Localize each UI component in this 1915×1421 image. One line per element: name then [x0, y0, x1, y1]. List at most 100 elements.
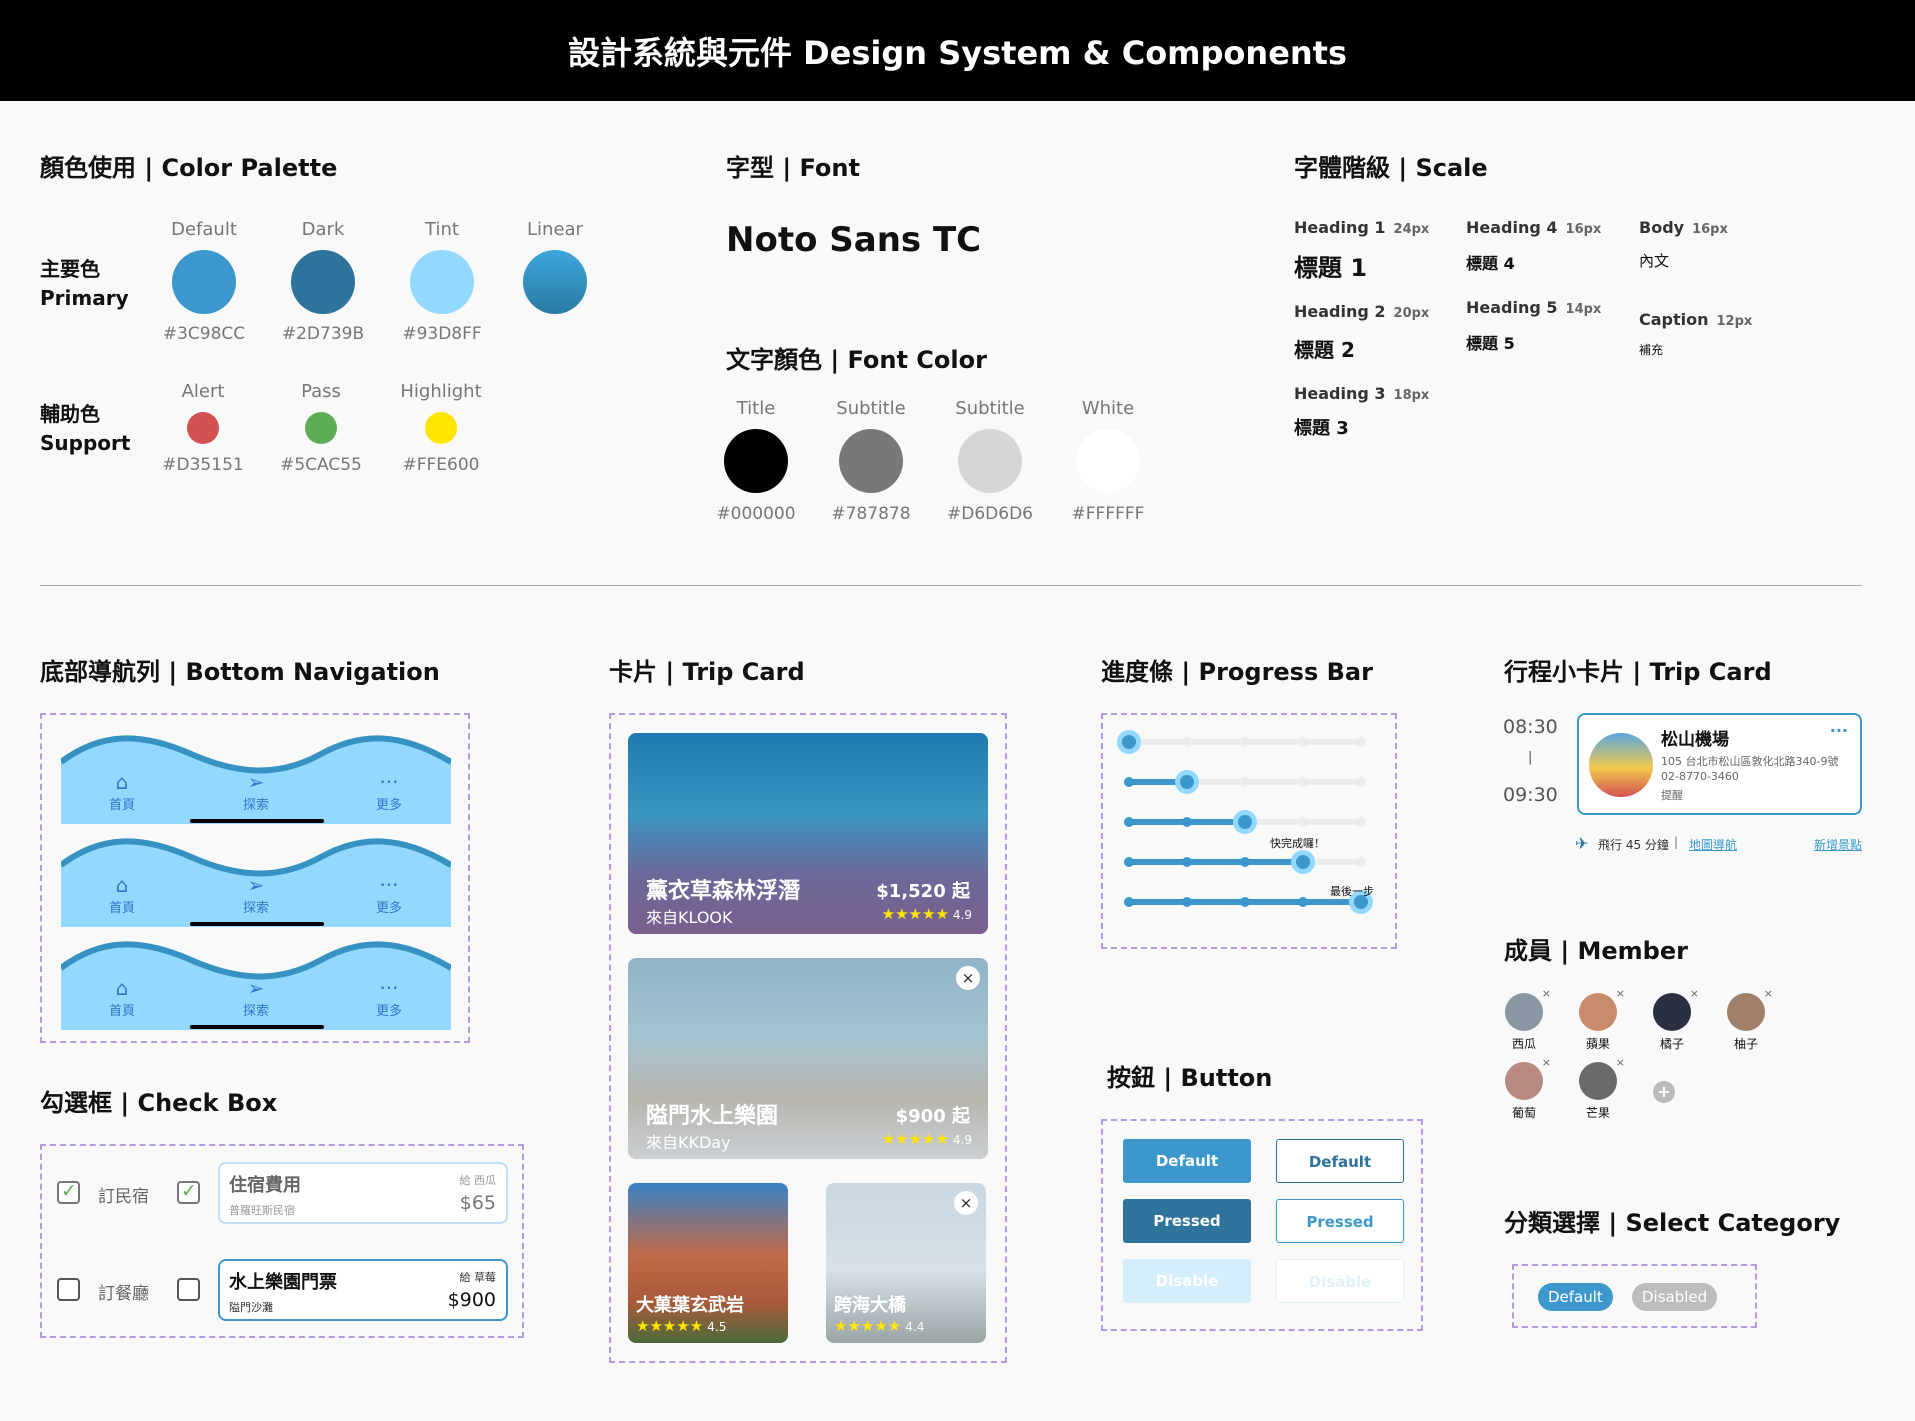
paper-plane-icon: ➢ — [247, 873, 265, 897]
scale-h3-size: 18px — [1393, 388, 1430, 403]
font-color-title: 文字顏色 | Font Color — [726, 346, 987, 374]
progress-thumb — [1122, 735, 1136, 749]
progress-frame: 快完成囉！ 最後一步 — [1101, 713, 1397, 949]
swatch-default-name: Default — [171, 219, 237, 240]
checkbox-homestay-label: 訂民宿 — [98, 1187, 149, 1207]
checkbox-homestay[interactable] — [57, 1180, 80, 1204]
mini-card-address: 105 台北市松山區敦化北路340-9號 — [1661, 755, 1839, 768]
nav-explore[interactable]: ➢ 探索 — [221, 976, 291, 1019]
swatch-alert — [187, 412, 219, 444]
paper-plane-icon: ➢ — [247, 770, 265, 794]
bottom-nav-bar: ⌂ 首頁 ➢ 探索 ··· 更多 — [61, 938, 451, 1030]
nav-home-label: 首頁 — [108, 1004, 135, 1019]
fontcolor-subtitle2-swatch — [958, 429, 1022, 493]
progress-node — [1124, 777, 1134, 787]
avatar — [1505, 1056, 1551, 1100]
cost-card-ticket[interactable]: 水上樂園門票 隘門沙灘 給 草莓 $900 — [218, 1259, 508, 1321]
progress-bars — [1117, 730, 1373, 914]
scale-h4-sample: 標題 4 — [1466, 254, 1515, 273]
nav-home-label: 首頁 — [108, 798, 135, 813]
trip-card-snorkel-score: 4.9 — [952, 908, 972, 922]
close-icon[interactable]: × — [956, 966, 980, 990]
trip-card-snorkel-name: 薰衣草森林浮潛 — [646, 879, 801, 904]
category-disabled-chip: Disabled — [1632, 1283, 1718, 1311]
nav-more[interactable]: ··· 更多 — [354, 873, 424, 916]
scale-h1-size: 24px — [1393, 222, 1430, 237]
progress-node — [1356, 817, 1366, 827]
close-icon[interactable]: × — [954, 1191, 978, 1215]
progress-node — [1124, 817, 1134, 827]
button-default-filled[interactable]: Default — [1123, 1139, 1251, 1183]
bottom-nav-frame: ⌂ 首頁 ➢ 探索 ··· 更多 ⌂ 首頁 ➢ 探索 ··· 更多 ⌂ 首頁 ➢ 探索 ··· 更多 — [40, 713, 470, 1043]
cost-card-lodging-sub: 普羅旺斯民宿 — [229, 1204, 295, 1217]
nav-explore[interactable]: ➢ 探索 — [221, 770, 291, 813]
checkbox-restaurant[interactable] — [57, 1278, 80, 1301]
nav-home[interactable]: ⌂ 首頁 — [87, 873, 157, 916]
cost-card-ticket-payer: 給 草莓 — [459, 1271, 497, 1284]
checkbox-frame: 訂民宿 住宿費用 普羅旺斯民宿 給 西瓜 $65 訂餐廳 水上樂園門票 隘門沙灘… — [40, 1144, 524, 1338]
checkbox-cost-2[interactable] — [177, 1278, 200, 1301]
swatch-tint-name: Tint — [425, 219, 459, 240]
add-spot-link[interactable]: 新增景點 — [1814, 836, 1862, 853]
trip-card-snorkel[interactable]: 薰衣草森林浮潛 來自KLOOK $1,520 起 ★★★★★ 4.9 — [628, 733, 988, 934]
more-icon: ··· — [379, 770, 399, 794]
progress-node — [1124, 857, 1134, 867]
scale-caption-name: Caption — [1639, 310, 1709, 329]
cost-card-lodging[interactable]: 住宿費用 普羅旺斯民宿 給 西瓜 $65 — [218, 1162, 508, 1224]
fontcolor-subtitle-hex: #787878 — [831, 504, 911, 524]
button-pressed-outline[interactable]: Pressed — [1276, 1199, 1404, 1243]
category-default-chip[interactable]: Default — [1538, 1283, 1613, 1311]
member-name: 西瓜 — [1511, 1037, 1536, 1051]
page-title: 設計系統與元件 Design System & Components — [567, 33, 1348, 72]
mini-trip-card[interactable]: 松山機場 105 台北市松山區敦化北路340-9號 02-8770-3460 提… — [1577, 713, 1862, 815]
scale-body-name: Body — [1639, 218, 1685, 237]
button-pressed-filled[interactable]: Pressed — [1123, 1199, 1251, 1243]
swatch-pass-name: Pass — [301, 381, 341, 402]
nav-explore[interactable]: ➢ 探索 — [221, 873, 291, 916]
map-link[interactable]: 地圖導航 — [1689, 836, 1737, 853]
avatar — [1727, 987, 1773, 1031]
mini-card-phone: 02-8770-3460 — [1661, 770, 1739, 783]
trip-card-basalt[interactable]: 大菓葉玄武岩 ★★★★★ 4.5 — [628, 1183, 788, 1343]
swatch-pass-hex: #5CAC55 — [280, 455, 362, 475]
nav-home[interactable]: ⌂ 首頁 — [87, 770, 157, 813]
swatch-linear — [523, 250, 587, 314]
progress-note-4: 快完成囉！ — [1270, 837, 1325, 850]
mini-card-start: 08:30 — [1503, 716, 1558, 738]
category-frame: Default Disabled — [1512, 1264, 1757, 1328]
member-grape[interactable]: 葡萄 — [1502, 1056, 1551, 1121]
progress-node — [1240, 857, 1250, 867]
avatar — [1505, 987, 1551, 1031]
fontcolor-title-swatch — [724, 429, 788, 493]
font-family-sample: Noto Sans TC — [726, 220, 982, 260]
swatch-alert-name: Alert — [181, 381, 225, 402]
scale-body-label: Body 16px — [1639, 218, 1728, 237]
progress-node — [1182, 857, 1192, 867]
nav-home[interactable]: ⌂ 首頁 — [87, 976, 157, 1019]
button-default-outline[interactable]: Default — [1276, 1139, 1404, 1183]
trip-card-bridge-name: 跨海大橋 — [834, 1295, 906, 1316]
nav-more[interactable]: ··· 更多 — [354, 770, 424, 813]
member-name: 芒果 — [1585, 1106, 1610, 1120]
trip-card-waterpark[interactable]: × 隘門水上樂園 來自KKDay $900 起 ★★★★★ 4.9 — [628, 958, 988, 1159]
mini-card-sep: | — [1528, 750, 1533, 765]
nav-more[interactable]: ··· 更多 — [354, 976, 424, 1019]
swatch-linear-name: Linear — [527, 219, 583, 240]
more-icon[interactable]: ··· — [1830, 721, 1848, 740]
member-mango[interactable]: 芒果 — [1576, 1056, 1625, 1121]
trip-card-bridge-score: 4.4 — [905, 1320, 925, 1334]
support-label-en: Support — [40, 431, 131, 455]
trip-card-bridge[interactable]: × 跨海大橋 ★★★★★ 4.4 — [826, 1183, 986, 1343]
member-apple[interactable]: 蘋果 — [1576, 987, 1625, 1052]
add-member-icon[interactable]: + — [1653, 1081, 1675, 1103]
member-pomelo[interactable]: 柚子 — [1724, 987, 1773, 1052]
member-orange[interactable]: 橘子 — [1650, 987, 1699, 1052]
star-icon: ★★★★★ — [881, 905, 949, 923]
checkbox-cost-1[interactable] — [177, 1180, 200, 1204]
bottom-nav-bar: ⌂ 首頁 ➢ 探索 ··· 更多 — [61, 732, 451, 824]
star-icon: ★★★★★ — [636, 1317, 704, 1335]
progress-node — [1356, 777, 1366, 787]
member-xigua[interactable]: 西瓜 — [1502, 987, 1551, 1052]
scale-h5-label: Heading 5 14px — [1466, 298, 1601, 317]
trip-card-bridge-rating: ★★★★★ 4.4 — [834, 1317, 924, 1335]
